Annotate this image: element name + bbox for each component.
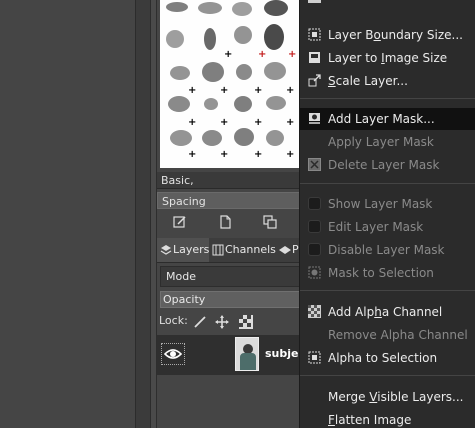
menu-item-scale-layer[interactable]: Scale Layer... [300, 70, 475, 92]
menu-item-delete-layer-mask[interactable]: Delete Layer Mask [300, 154, 475, 176]
tab-paths[interactable]: P [277, 238, 300, 262]
menu-separator [300, 98, 475, 99]
layers-icon [160, 245, 172, 255]
menu-item-show-layer-mask[interactable]: Show Layer Mask [300, 193, 475, 215]
menu-separator [300, 375, 475, 376]
menu-item-disable-layer-mask[interactable]: Disable Layer Mask [300, 239, 475, 261]
dock-tabs: Layers Channels P [157, 238, 300, 263]
checkbox-icon [308, 197, 321, 210]
menu-item-remove-alpha-channel[interactable]: Remove Alpha Channel [300, 324, 475, 346]
lock-position-icon[interactable] [215, 315, 229, 329]
edit-brush-icon[interactable] [172, 214, 188, 230]
menu-item-apply-layer-mask[interactable]: Apply Layer Mask [300, 131, 475, 153]
dock-separator[interactable] [135, 0, 151, 428]
spacing-slider[interactable]: Spacing [157, 192, 300, 209]
lock-pixels-icon[interactable] [193, 315, 207, 329]
lock-alpha-icon[interactable] [239, 315, 253, 329]
alpha-to-selection-icon [308, 351, 321, 364]
scale-layer-icon [308, 74, 321, 87]
menu-item-alpha-to-selection[interactable]: Alpha to Selection [300, 347, 475, 369]
layer-to-image-size-icon [309, 52, 320, 63]
new-brush-icon[interactable] [217, 214, 233, 230]
brush-toolbar [157, 209, 300, 235]
menu-item-add-alpha-channel[interactable]: Add Alpha Channel [300, 301, 475, 323]
mask-to-selection-icon [308, 266, 321, 279]
menu-item-mask-to-selection[interactable]: Mask to Selection [300, 262, 475, 284]
paths-icon [279, 246, 291, 254]
menu-item-layer-boundary-size[interactable]: Layer Boundary Size... [300, 24, 475, 46]
image-canvas-area[interactable] [0, 0, 135, 428]
layer-thumbnail [235, 337, 259, 371]
delete-mask-icon [308, 158, 321, 171]
menu-item-layer-to-image-size[interactable]: Layer to Image Size [300, 47, 475, 69]
layer-context-menu: Layer Boundary Size... Layer to Image Si… [299, 0, 475, 428]
checkbox-icon [308, 243, 321, 256]
channels-icon [212, 244, 224, 256]
tab-layers[interactable]: Layers [157, 238, 209, 262]
brush-preset-name: Basic, [157, 172, 300, 189]
lock-row: Lock: [157, 312, 300, 332]
alpha-channel-icon [308, 305, 321, 318]
menu-item-add-layer-mask[interactable]: Add Layer Mask... [300, 108, 475, 130]
menu-separator [300, 183, 475, 184]
duplicate-brush-icon[interactable] [262, 214, 278, 230]
menu-item-edit-layer-mask[interactable]: Edit Layer Mask [300, 216, 475, 238]
tab-channels[interactable]: Channels [211, 238, 276, 262]
layer-mode-dropdown[interactable]: Mode [160, 266, 300, 287]
visibility-toggle[interactable] [161, 343, 185, 365]
menu-item-flatten-image[interactable]: Flatten Image [300, 409, 475, 428]
lock-label: Lock: [159, 314, 188, 327]
eye-icon [164, 349, 182, 359]
menu-separator [300, 290, 475, 291]
boundary-size-icon [308, 28, 321, 41]
checkbox-icon [308, 220, 321, 233]
add-mask-icon [309, 113, 320, 124]
menu-item-cutoff [300, 0, 475, 5]
opacity-slider[interactable]: Opacity [160, 291, 300, 308]
menu-item-merge-visible-layers[interactable]: Merge Visible Layers... [300, 386, 475, 408]
brush-grid[interactable]: + + + + + + + + + + + + + + + [160, 0, 300, 168]
layer-row[interactable]: subjec [157, 335, 305, 375]
